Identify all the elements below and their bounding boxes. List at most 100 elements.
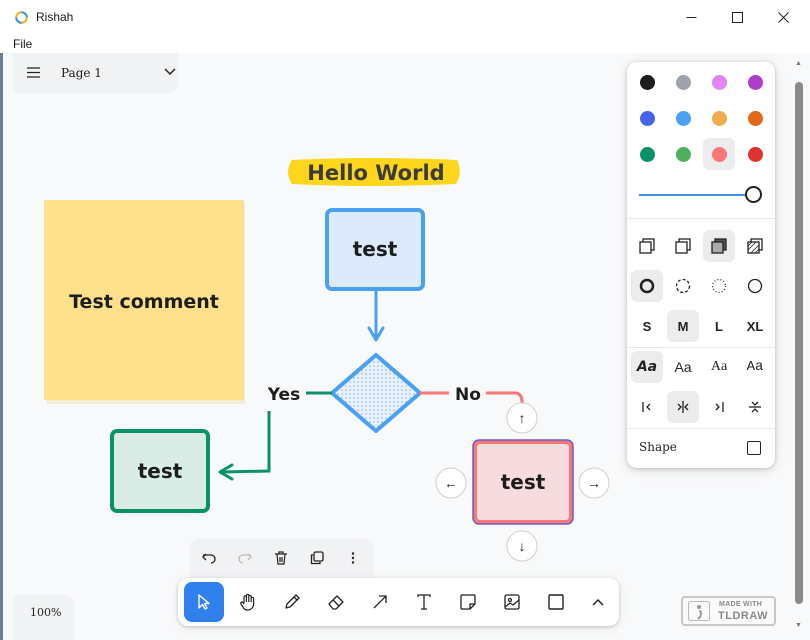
color-swatch[interactable]: [639, 146, 655, 162]
delete-button[interactable]: [270, 547, 292, 569]
decision-diamond[interactable]: [330, 353, 422, 433]
handle-left[interactable]: ←: [435, 467, 467, 499]
panel-divider: [627, 218, 775, 219]
font-sans-sample: Aa: [674, 359, 692, 375]
size-m-label: M: [677, 318, 689, 334]
chevron-down-icon[interactable]: [164, 68, 176, 76]
align-middle-button[interactable]: [667, 391, 699, 423]
rectangle-tool-button[interactable]: [536, 582, 576, 622]
stroke-solid-icon: [747, 278, 763, 294]
eraser-tool-button[interactable]: [316, 582, 356, 622]
stroke-draw-button[interactable]: [631, 270, 663, 302]
font-sans-button[interactable]: Aa: [667, 351, 699, 383]
watermark-brand: TLDRAW: [718, 610, 769, 622]
arrow-tool-button[interactable]: [360, 582, 400, 622]
fill-pattern-icon: [747, 238, 763, 254]
align-vertical-button[interactable]: [739, 391, 771, 423]
chevron-up-icon: [592, 598, 604, 606]
font-draw-sample: Aa: [636, 359, 658, 375]
align-start-button[interactable]: [631, 391, 663, 423]
image-tool-button[interactable]: [492, 582, 532, 622]
trash-icon: [275, 551, 287, 565]
stroke-dashed-icon: [675, 278, 691, 294]
stroke-dashed-button[interactable]: [667, 270, 699, 302]
color-swatch[interactable]: [639, 74, 655, 90]
color-swatch[interactable]: [711, 110, 727, 126]
align-end-button[interactable]: [703, 391, 735, 423]
size-xl-button[interactable]: XL: [739, 310, 771, 342]
shape-toggle-icon[interactable]: [747, 441, 761, 455]
color-swatch[interactable]: [675, 110, 691, 126]
opacity-slider-track[interactable]: [639, 194, 755, 196]
scroll-up-icon[interactable]: ▲: [795, 60, 802, 67]
size-s-label: S: [642, 318, 652, 334]
size-m-button[interactable]: M: [667, 310, 699, 342]
draw-tool-button[interactable]: [272, 582, 312, 622]
tldraw-logo-icon: [688, 601, 710, 621]
align-middle-icon: [677, 401, 689, 413]
stroke-draw-icon: [639, 278, 655, 294]
hand-tool-button[interactable]: [228, 582, 268, 622]
text-icon: [417, 594, 431, 610]
undo-icon: [202, 553, 216, 564]
font-serif-button[interactable]: Aa: [703, 351, 735, 383]
handle-up[interactable]: ↑: [506, 402, 538, 434]
select-tool-button[interactable]: [184, 582, 224, 622]
color-swatch[interactable]: [675, 74, 691, 90]
handle-down[interactable]: ↓: [506, 530, 538, 562]
arrow-up-icon: ↑: [519, 410, 526, 426]
color-swatch[interactable]: [675, 146, 691, 162]
hello-world-text[interactable]: Hello World: [307, 161, 444, 185]
image-icon: [504, 594, 520, 610]
font-mono-sample: Aa: [746, 359, 764, 375]
fill-semi-button[interactable]: [667, 230, 699, 262]
scroll-down-icon[interactable]: ▼: [795, 622, 802, 629]
color-swatch[interactable]: [711, 146, 727, 162]
fill-pattern-button[interactable]: [739, 230, 771, 262]
color-swatch[interactable]: [747, 74, 763, 90]
panel-divider: [627, 428, 775, 429]
color-swatch[interactable]: [747, 146, 763, 162]
top-box-text: test: [353, 237, 398, 261]
font-mono-button[interactable]: Aa: [739, 351, 771, 383]
zoom-menu-button[interactable]: 100%: [13, 595, 74, 640]
redo-icon: [238, 553, 252, 564]
duplicate-button[interactable]: [306, 547, 328, 569]
sticky-note-text: Test comment: [69, 291, 219, 313]
page-label: Page 1: [61, 66, 102, 80]
no-arrow[interactable]: [486, 391, 524, 404]
undo-button[interactable]: [198, 547, 220, 569]
shape-label: Shape: [639, 440, 677, 454]
more-actions-button[interactable]: [342, 547, 364, 569]
yes-arrow[interactable]: [221, 411, 271, 474]
fill-solid-icon: [711, 238, 727, 254]
more-tools-button[interactable]: [578, 582, 618, 622]
scrollbar-thumb[interactable]: [795, 82, 803, 604]
pencil-icon: [285, 594, 300, 609]
size-s-button[interactable]: S: [631, 310, 663, 342]
text-tool-button[interactable]: [404, 582, 444, 622]
note-tool-button[interactable]: [448, 582, 488, 622]
fill-solid-button[interactable]: [703, 230, 735, 262]
stroke-solid-button[interactable]: [739, 270, 771, 302]
color-swatch[interactable]: [639, 110, 655, 126]
color-swatch[interactable]: [747, 110, 763, 126]
hamburger-menu-icon[interactable]: [27, 67, 40, 78]
size-l-button[interactable]: L: [703, 310, 735, 342]
page-menu[interactable]: Page 1: [13, 53, 178, 93]
duplicate-icon: [310, 551, 324, 565]
font-draw-button[interactable]: Aa: [631, 351, 663, 383]
app-window: Rishah File Hello World Test comment tes…: [0, 0, 810, 640]
fill-none-button[interactable]: [631, 230, 663, 262]
tldraw-watermark[interactable]: MADE WITH TLDRAW: [681, 596, 776, 626]
arrow-right-icon: →: [587, 475, 601, 491]
opacity-slider-thumb[interactable]: [745, 186, 762, 203]
align-start-icon: [642, 402, 651, 412]
quick-actions-bar: [190, 538, 374, 578]
right-box-text: test: [501, 470, 546, 494]
handle-right[interactable]: →: [578, 467, 610, 499]
stroke-dotted-button[interactable]: [703, 270, 735, 302]
color-swatch[interactable]: [711, 74, 727, 90]
yes-label: Yes: [267, 385, 300, 405]
redo-button[interactable]: [234, 547, 256, 569]
